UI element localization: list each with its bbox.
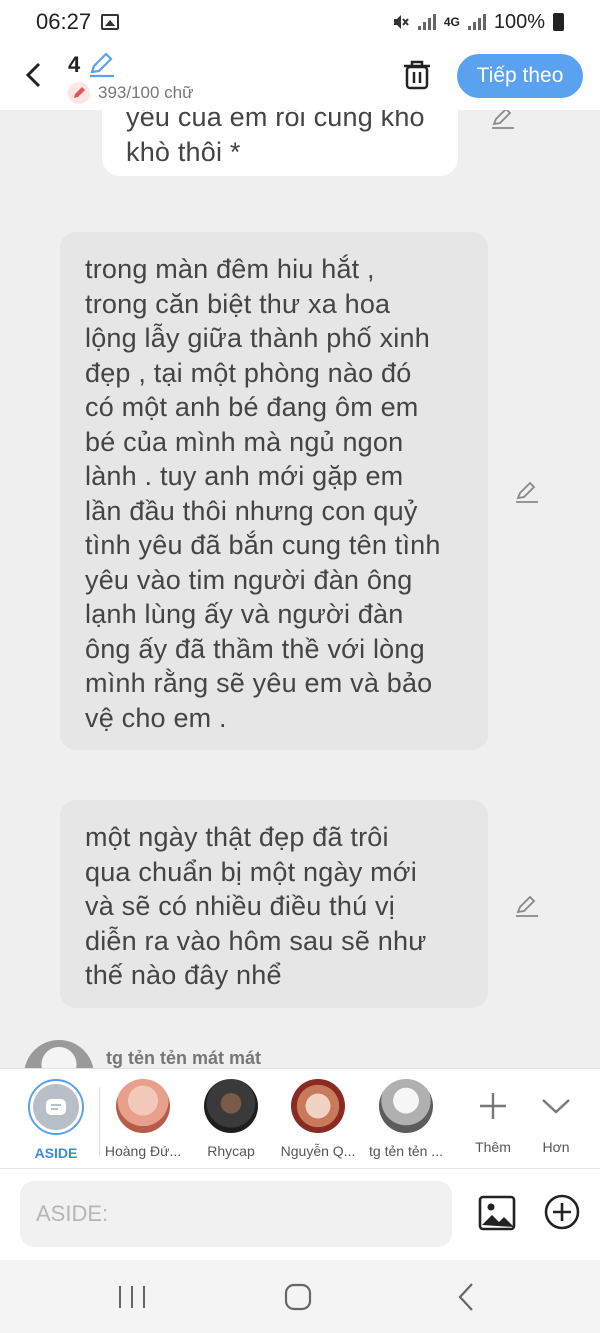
character-label: tg tẻn tẻn ... bbox=[369, 1143, 443, 1159]
character-avatar bbox=[379, 1079, 433, 1133]
word-count-row: 393/100 chữ bbox=[68, 82, 194, 104]
character-label: Nguyễn Q... bbox=[280, 1143, 356, 1159]
message-line: bé của mình mà ngủ ngon bbox=[85, 426, 404, 457]
message-line: qua chuẩn bị một ngày mới bbox=[85, 856, 417, 887]
chevron-down-icon bbox=[529, 1079, 583, 1133]
more-label: Hơn bbox=[542, 1139, 570, 1155]
message-line: đẹp , tại một phòng nào đó bbox=[85, 357, 412, 388]
message-line: lần đầu thôi nhưng con quỷ bbox=[85, 495, 418, 526]
message-line: tình yêu đã bắn cung tên tình bbox=[85, 530, 441, 560]
message-bubble-1[interactable]: yêu của em rồi cũng khó khò thôi * bbox=[102, 110, 458, 176]
compose-row bbox=[0, 1168, 600, 1260]
message-line: vệ cho em . bbox=[85, 702, 227, 733]
character-nguyen-q[interactable]: Nguyễn Q... bbox=[273, 1079, 363, 1159]
edit-message-icon[interactable] bbox=[490, 110, 516, 130]
message-line: lành . tuy anh mới gặp em bbox=[85, 461, 404, 491]
system-nav-bar bbox=[0, 1260, 600, 1333]
add-circle-icon[interactable] bbox=[543, 1193, 581, 1231]
message-line: ông ấy đã thầm thề với lòng bbox=[85, 633, 425, 664]
next-button[interactable]: Tiếp theo bbox=[457, 54, 583, 98]
editor-header: 4 393/100 chữ Tiếp theo bbox=[0, 44, 600, 110]
character-tg-ten-ten[interactable]: tg tẻn tẻn ... bbox=[361, 1079, 451, 1159]
plus-icon bbox=[466, 1079, 520, 1133]
back-nav-icon[interactable] bbox=[446, 1280, 486, 1314]
page-number: 4 bbox=[68, 52, 81, 77]
more-button[interactable]: Hơn bbox=[521, 1079, 591, 1155]
add-label: Thêm bbox=[475, 1139, 511, 1155]
chevron-left-icon bbox=[25, 62, 41, 88]
message-line: khò thôi * bbox=[126, 136, 241, 167]
message-line: có một anh bé đang ôm em bbox=[85, 392, 419, 422]
message-line: lộng lẫy giữa thành phố xinh bbox=[85, 323, 430, 353]
author-avatar[interactable] bbox=[24, 1040, 94, 1068]
battery-icon bbox=[553, 13, 564, 31]
message-line: yêu của em rồi cũng khó bbox=[126, 110, 425, 132]
trash-icon[interactable] bbox=[402, 58, 432, 90]
message-line: một ngày thật đẹp đã trôi bbox=[85, 822, 389, 852]
pencil-badge-icon bbox=[68, 82, 90, 104]
message-line: trong màn đêm hiu hắt , bbox=[85, 254, 375, 284]
network-type: 4G bbox=[443, 15, 460, 29]
message-line: và sẽ có nhiều điều thú vị bbox=[85, 891, 395, 921]
mute-icon bbox=[393, 15, 409, 29]
aside-input[interactable] bbox=[20, 1181, 452, 1247]
message-line: mình rằng sẽ yêu em và bảo bbox=[85, 668, 433, 698]
message-bubble-2[interactable]: trong màn đêm hiu hắt , trong căn biệt t… bbox=[60, 232, 488, 750]
gallery-icon bbox=[101, 14, 120, 30]
aside-icon bbox=[33, 1084, 79, 1130]
character-avatar bbox=[204, 1079, 258, 1133]
message-line: thế nào đây nhể bbox=[85, 960, 282, 990]
character-hoang-duc[interactable]: Hoàng Đứ... bbox=[98, 1079, 188, 1159]
message-line: lạnh lùng ấy và người đàn bbox=[85, 599, 404, 629]
character-avatar bbox=[116, 1079, 170, 1133]
message-line: diễn ra vào hôm sau sẽ như bbox=[85, 925, 427, 956]
image-icon[interactable] bbox=[478, 1195, 516, 1231]
status-time: 06:27 bbox=[36, 9, 92, 34]
author-row: tg tẻn tẻn mát mát bbox=[24, 1040, 261, 1068]
character-label: ASIDE bbox=[34, 1145, 78, 1161]
character-bar: ASIDE Hoàng Đứ... Rhycap Nguyễn Q... tg … bbox=[0, 1068, 600, 1168]
character-label: Hoàng Đứ... bbox=[104, 1143, 182, 1159]
character-aside[interactable]: ASIDE bbox=[11, 1079, 101, 1161]
edit-message-icon[interactable] bbox=[514, 892, 540, 918]
word-count: 393/100 chữ bbox=[98, 83, 194, 102]
battery-percent: 100% bbox=[493, 10, 545, 33]
character-rhycap[interactable]: Rhycap bbox=[186, 1079, 276, 1159]
message-line: trong căn biệt thư xa hoa bbox=[85, 288, 391, 319]
signal-icon-2 bbox=[467, 14, 486, 30]
back-button[interactable] bbox=[22, 60, 46, 90]
status-bar: 06:27 4G 100% bbox=[0, 0, 600, 44]
author-name: tg tẻn tẻn mát mát bbox=[106, 1048, 262, 1068]
character-avatar bbox=[291, 1079, 345, 1133]
edit-message-icon[interactable] bbox=[514, 478, 540, 504]
message-bubble-3[interactable]: một ngày thật đẹp đã trôi qua chuẩn bị m… bbox=[60, 800, 488, 1008]
message-line: yêu vào tim người đàn ông bbox=[85, 564, 413, 595]
home-icon[interactable] bbox=[278, 1280, 318, 1314]
character-label: Rhycap bbox=[207, 1143, 255, 1159]
pencil-icon[interactable] bbox=[88, 52, 116, 78]
status-indicators: 4G 100% bbox=[392, 11, 564, 34]
signal-icon bbox=[417, 14, 436, 30]
aside-avatar bbox=[28, 1079, 84, 1135]
story-chat-area[interactable]: yêu của em rồi cũng khó khò thôi * trong… bbox=[0, 110, 600, 1068]
recents-icon[interactable] bbox=[112, 1280, 152, 1314]
